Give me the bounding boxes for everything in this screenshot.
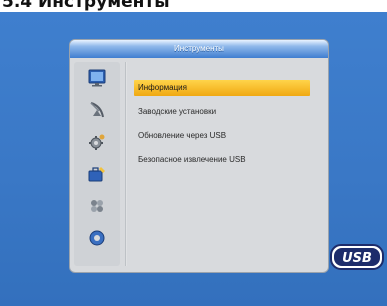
record-icon[interactable] [87, 228, 107, 248]
usb-logo-icon: USB [330, 244, 384, 270]
menu-item-usb-update[interactable]: Обновление через USB [134, 128, 324, 144]
menu-title: Инструменты [70, 40, 328, 58]
tv-screen: Инструменты Информация Заводские установ… [0, 12, 387, 306]
toolbox-icon[interactable] [87, 164, 107, 184]
menu-divider [125, 62, 127, 266]
usb-logo-text: USB [342, 251, 372, 266]
tv-icon[interactable] [87, 68, 107, 88]
gear-icon[interactable] [87, 132, 107, 152]
menu-items-list: Информация Заводские установки Обновлени… [134, 80, 324, 176]
menu-item-factory-reset[interactable]: Заводские установки [134, 104, 324, 120]
satellite-dish-icon[interactable] [87, 100, 107, 120]
menu-item-info[interactable]: Информация [134, 80, 310, 96]
tools-menu-window: Инструменты Информация Заводские установ… [70, 40, 328, 272]
category-icon-column [74, 62, 120, 266]
menu-item-safe-remove-usb[interactable]: Безопасное извлечение USB [134, 152, 324, 168]
game-icon[interactable] [87, 196, 107, 216]
page-heading: 5.4 Инструменты [2, 0, 170, 12]
